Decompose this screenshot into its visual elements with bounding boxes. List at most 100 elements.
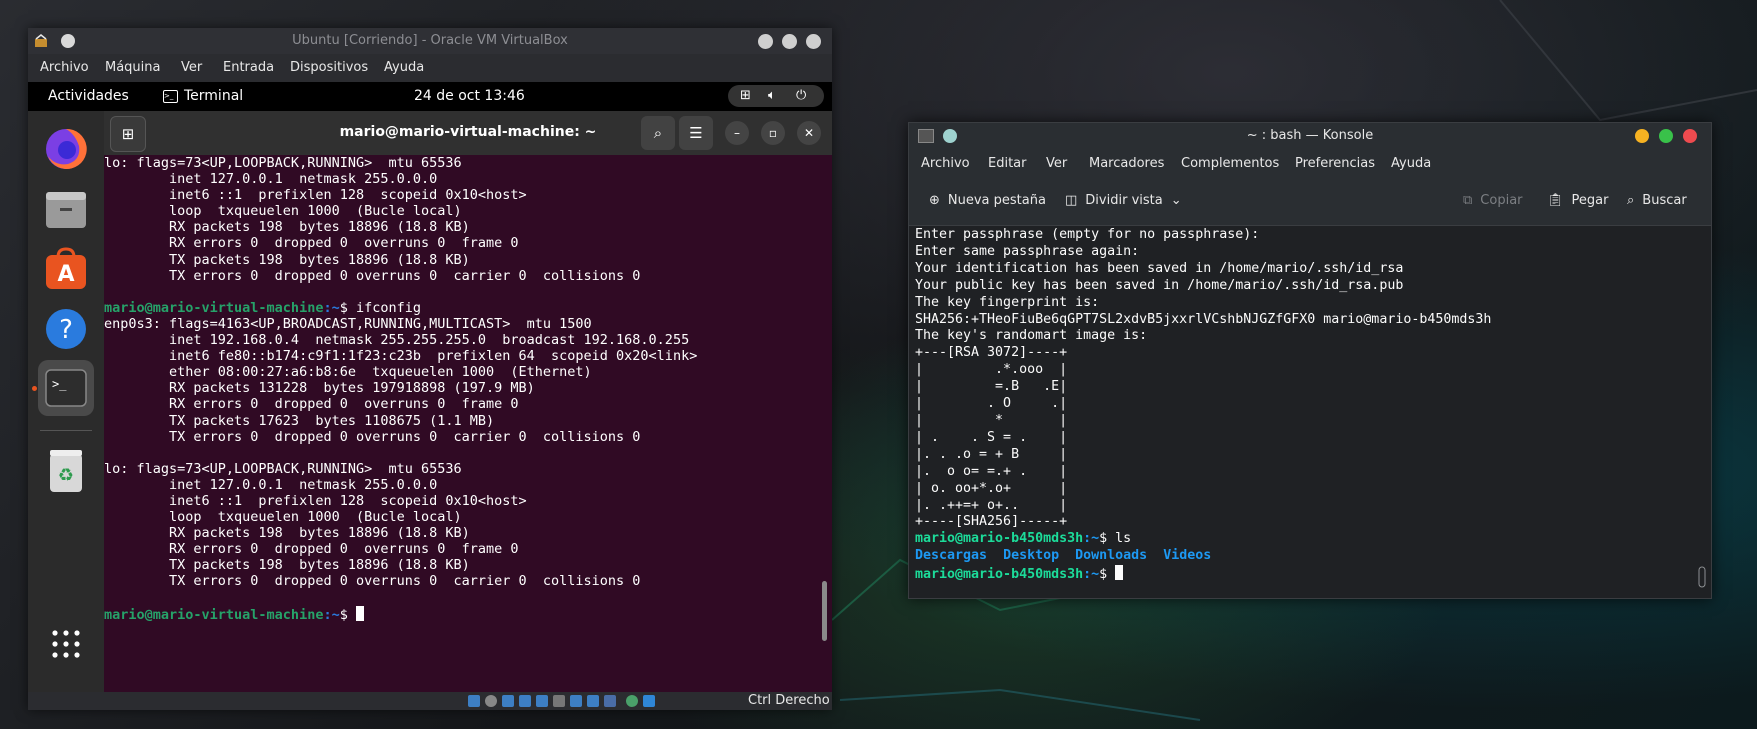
konsole-line: Enter same passphrase again: — [915, 243, 1140, 259]
scrollbar[interactable] — [822, 581, 827, 641]
menu-archivo[interactable]: Archivo — [921, 156, 970, 171]
close-button[interactable] — [1683, 129, 1697, 143]
terminal-line: RX packets 198 bytes 18896 (18.8 KB) — [104, 219, 470, 236]
terminal-line: RX packets 198 bytes 18896 (18.8 KB) — [104, 525, 470, 542]
device-status-icons[interactable] — [468, 694, 718, 708]
minimize-button[interactable] — [758, 34, 773, 49]
terminal-line: inet 192.168.0.4 netmask 255.255.255.0 b… — [104, 332, 690, 349]
new-tab-button[interactable]: ⊕ Nueva pestaña — [929, 193, 1046, 208]
konsole-titlebar[interactable]: ~ : bash — Konsole — [909, 123, 1711, 149]
konsole-terminal-output[interactable]: Enter passphrase (empty for no passphras… — [915, 227, 1689, 593]
guest-display[interactable]: Actividades >_ Terminal 24 de oct 13:46 … — [28, 82, 832, 692]
terminal-line: lo: flags=73<UP,LOOPBACK,RUNNING> mtu 65… — [104, 155, 462, 171]
menu-ayuda[interactable]: Ayuda — [384, 60, 424, 75]
directory-entry: Descargas — [915, 548, 988, 564]
video-capture-icon — [587, 695, 599, 707]
menu-editar[interactable]: Editar — [988, 156, 1027, 171]
prompt-path: :~ — [1083, 567, 1100, 583]
menu-preferencias[interactable]: Preferencias — [1295, 156, 1375, 171]
terminal-line: TX errors 0 dropped 0 overruns 0 carrier… — [104, 573, 641, 590]
konsole-line: |. .++=+ o+.. | — [915, 497, 1068, 513]
terminal-icon[interactable]: >_ — [38, 360, 94, 416]
konsole-line: | * | — [915, 412, 1068, 428]
copy-button[interactable]: ⧉ Copiar — [1463, 193, 1523, 208]
terminal-line: TX packets 198 bytes 18896 (18.8 KB) — [104, 251, 470, 268]
maximize-button[interactable]: ▫ — [761, 121, 785, 145]
terminal-line: RX errors 0 dropped 0 overruns 0 frame 0 — [104, 541, 519, 558]
terminal-line: loop txqueuelen 1000 (Bucle local) — [104, 203, 462, 220]
close-button[interactable]: ✕ — [797, 121, 821, 145]
split-view-button[interactable]: ◫ Dividir vista ⌄ — [1065, 193, 1182, 208]
prompt-path: :~ — [1083, 531, 1100, 547]
running-indicator — [32, 386, 37, 391]
firefox-icon[interactable] — [38, 121, 94, 177]
network-adapter-icon — [519, 695, 531, 707]
terminal-output[interactable]: lo: flags=73<UP,LOOPBACK,RUNNING> mtu 65… — [104, 155, 818, 692]
paste-icon: 📋︎ — [1547, 193, 1564, 208]
mouse-integration-icon — [626, 695, 638, 707]
maximize-button[interactable] — [1659, 129, 1673, 143]
konsole-line: Enter passphrase (empty for no passphras… — [915, 227, 1260, 242]
vt-x-icon — [604, 695, 616, 707]
power-icon: ⏻ — [796, 88, 807, 103]
close-button[interactable] — [806, 34, 821, 49]
prompt-path: :~ — [323, 299, 340, 316]
split-view-icon: ◫ — [1065, 193, 1078, 208]
konsole-scrollbar[interactable] — [1697, 227, 1707, 593]
prompt-user: mario@mario-b450mds3h — [915, 567, 1084, 583]
menu-ayuda[interactable]: Ayuda — [1391, 156, 1431, 171]
search-button[interactable]: ⌕ Buscar — [1627, 193, 1687, 208]
paste-button[interactable]: 📋︎ Pegar — [1547, 193, 1608, 208]
search-icon[interactable]: ⌕ — [641, 116, 675, 150]
konsole-line: mario@mario-b450mds3h:~$ ls — [915, 531, 1689, 548]
app-menu-terminal[interactable]: Terminal — [184, 88, 243, 104]
paste-label: Pegar — [1571, 193, 1609, 208]
clock[interactable]: 24 de oct 13:46 — [414, 88, 525, 104]
minimize-button[interactable]: – — [725, 121, 749, 145]
usb-icon — [536, 695, 548, 707]
hamburger-menu-icon[interactable]: ☰ — [679, 116, 713, 150]
activities-button[interactable]: Actividades — [48, 88, 129, 104]
menu-ver[interactable]: Ver — [1046, 156, 1067, 171]
terminal-line: mario@mario-virtual-machine:~$ — [104, 605, 818, 623]
app-grid-icon[interactable] — [38, 616, 94, 672]
help-icon[interactable]: ? — [38, 301, 94, 357]
maximize-button[interactable] — [782, 34, 797, 49]
display-icon — [570, 695, 582, 707]
files-icon[interactable] — [38, 182, 94, 238]
ubuntu-dock: A ? >_ ♻ — [28, 111, 104, 692]
terminal-line: inet6 fe80::b174:c9f1:1f23:c23b prefixle… — [104, 348, 698, 365]
menu-archivo[interactable]: Archivo — [40, 60, 89, 75]
terminal-headerbar[interactable]: ⊞ mario@mario-virtual-machine: ~ ⌕ ☰ – ▫… — [104, 111, 832, 155]
terminal-line: inet6 ::1 prefixlen 128 scopeid 0x10<hos… — [104, 187, 527, 204]
prompt-user: mario@mario-virtual-machine — [104, 606, 324, 623]
menu-marcadores[interactable]: Marcadores — [1089, 156, 1164, 171]
terminal-line: ether 08:00:27:a6:b8:6e txqueuelen 1000 … — [104, 364, 592, 381]
menu-maquina[interactable]: Máquina — [105, 60, 161, 75]
menu-ver[interactable]: Ver — [181, 60, 202, 75]
terminal-line: inet6 ::1 prefixlen 128 scopeid 0x10<hos… — [104, 492, 527, 509]
konsole-line: | . . S = . | — [915, 429, 1068, 445]
menu-entrada[interactable]: Entrada — [223, 60, 274, 75]
trash-icon[interactable]: ♻ — [38, 443, 94, 499]
prompt-user: mario@mario-virtual-machine — [104, 299, 324, 316]
terminal-line: enp0s3: flags=4163<UP,BROADCAST,RUNNING,… — [104, 315, 592, 332]
konsole-line: Your public key has been saved in /home/… — [915, 277, 1404, 293]
system-menu[interactable]: ⊞ 🔈︎ ⏻ — [728, 85, 824, 107]
menu-complementos[interactable]: Complementos — [1181, 156, 1279, 171]
dock-separator — [40, 430, 92, 431]
svg-text:?: ? — [59, 315, 73, 345]
vbox-titlebar[interactable]: Ubuntu [Corriendo] - Oracle VM VirtualBo… — [28, 28, 832, 54]
konsole-line: | .*.ooo | — [915, 362, 1068, 378]
konsole-line: +----[SHA256]-----+ — [915, 514, 1068, 530]
volume-icon: 🔈︎ — [768, 88, 776, 103]
menu-dispositivos[interactable]: Dispositivos — [290, 60, 368, 75]
software-center-icon[interactable]: A — [38, 241, 94, 297]
optical-drive-icon — [485, 695, 497, 707]
command: $ ifconfig — [339, 299, 421, 316]
gnome-terminal-window[interactable]: ⊞ mario@mario-virtual-machine: ~ ⌕ ☰ – ▫… — [104, 111, 832, 692]
minimize-button[interactable] — [1635, 129, 1649, 143]
host-key-icon — [643, 695, 655, 707]
